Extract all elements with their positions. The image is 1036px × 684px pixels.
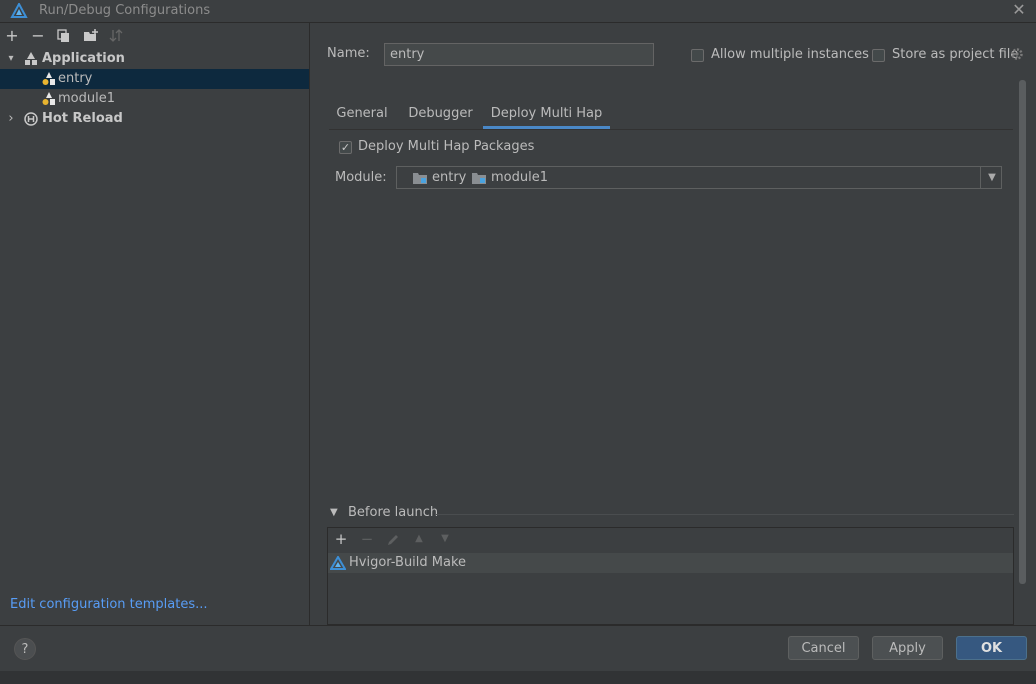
add-task-button[interactable]: + bbox=[333, 531, 349, 547]
collapse-triangle-icon[interactable]: ▼ bbox=[330, 507, 338, 518]
module-folder-icon bbox=[472, 173, 486, 184]
tree-label-hot-reload: Hot Reload bbox=[42, 111, 123, 126]
chevron-down-icon[interactable]: ▼ bbox=[983, 167, 1001, 188]
before-launch-divider bbox=[436, 514, 1014, 515]
hap-module-icon bbox=[42, 92, 55, 105]
panel-divider bbox=[309, 23, 310, 625]
dropdown-separator bbox=[980, 167, 981, 188]
sort-icon[interactable] bbox=[109, 29, 123, 43]
chevron-right-icon[interactable]: › bbox=[6, 109, 16, 129]
window-bottom-edge bbox=[0, 671, 1036, 684]
hvigor-icon bbox=[330, 556, 346, 570]
vertical-scrollbar[interactable] bbox=[1019, 80, 1026, 584]
module-folder-icon bbox=[413, 173, 427, 184]
store-project-checkbox[interactable] bbox=[872, 49, 885, 62]
tree-label-application: Application bbox=[42, 51, 125, 66]
remove-config-button[interactable]: − bbox=[30, 28, 46, 44]
module-label: Module: bbox=[335, 170, 387, 185]
module-chip-module1: module1 bbox=[491, 170, 548, 185]
name-label: Name: bbox=[327, 46, 370, 61]
gear-icon[interactable] bbox=[1010, 47, 1024, 61]
copy-icon[interactable] bbox=[57, 29, 71, 43]
tree-label-module1: module1 bbox=[58, 91, 115, 106]
tree-label-entry: entry bbox=[58, 71, 93, 86]
edit-templates-link[interactable]: Edit configuration templates... bbox=[10, 597, 208, 612]
hap-module-icon bbox=[42, 72, 55, 85]
app-logo-icon bbox=[10, 3, 28, 18]
allow-multiple-label: Allow multiple instances bbox=[711, 47, 869, 62]
add-config-button[interactable]: + bbox=[4, 28, 20, 44]
move-down-icon[interactable]: ▼ bbox=[437, 531, 453, 547]
deploy-multi-hap-label: Deploy Multi Hap Packages bbox=[358, 139, 535, 154]
before-launch-label: Before launch bbox=[348, 505, 439, 520]
apply-button[interactable]: Apply bbox=[872, 636, 943, 660]
footer-divider bbox=[0, 625, 1036, 626]
close-button[interactable]: ✕ bbox=[1010, 1, 1028, 19]
store-project-label: Store as project file bbox=[892, 47, 1019, 62]
cancel-button[interactable]: Cancel bbox=[788, 636, 859, 660]
name-field[interactable] bbox=[384, 43, 654, 66]
before-launch-toolbar bbox=[328, 528, 1013, 552]
remove-task-button[interactable]: − bbox=[359, 531, 375, 547]
tab-debugger[interactable]: Debugger bbox=[403, 99, 478, 129]
module-select[interactable] bbox=[396, 166, 1002, 189]
ok-button[interactable]: OK bbox=[956, 636, 1027, 660]
allow-multiple-checkbox[interactable] bbox=[691, 49, 704, 62]
application-icon bbox=[25, 52, 37, 65]
deploy-multi-hap-checkbox[interactable]: ✓ bbox=[339, 141, 352, 154]
module-chip-entry: entry bbox=[432, 170, 467, 185]
help-button[interactable]: ? bbox=[14, 638, 36, 660]
before-launch-item-label: Hvigor-Build Make bbox=[349, 555, 467, 570]
tab-deploy-multi-hap[interactable]: Deploy Multi Hap bbox=[483, 99, 610, 129]
tab-general[interactable]: General bbox=[331, 99, 393, 129]
new-folder-icon[interactable] bbox=[83, 29, 99, 43]
move-up-icon[interactable]: ▲ bbox=[411, 531, 427, 547]
tab-divider bbox=[329, 129, 1013, 130]
tree-item-entry[interactable]: entry bbox=[0, 69, 309, 89]
window-title: Run/Debug Configurations bbox=[39, 3, 211, 18]
hot-reload-icon bbox=[24, 112, 38, 126]
edit-pencil-icon[interactable] bbox=[387, 533, 400, 546]
tree-node-application[interactable]: ▾ Application bbox=[0, 49, 309, 69]
chevron-down-icon[interactable]: ▾ bbox=[6, 49, 16, 69]
tree-node-hot-reload[interactable]: › Hot Reload bbox=[0, 109, 309, 129]
tree-item-module1[interactable]: module1 bbox=[0, 89, 309, 109]
